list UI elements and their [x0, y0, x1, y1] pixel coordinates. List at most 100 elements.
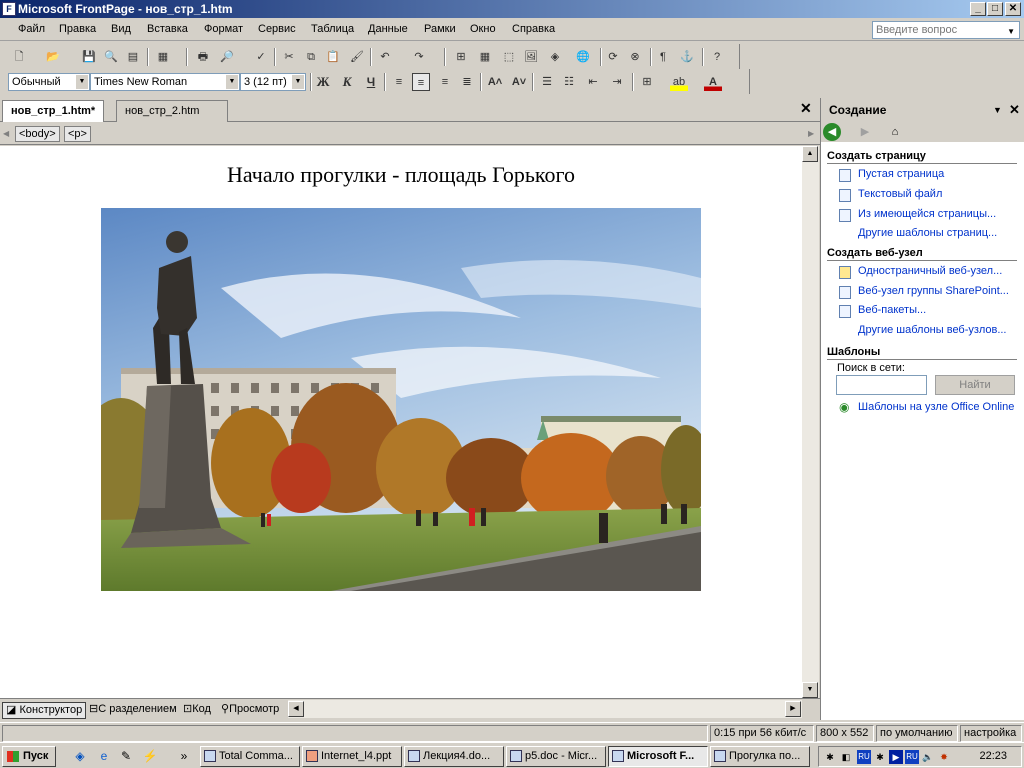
- font-color-icon[interactable]: A: [704, 73, 722, 91]
- bug-icon[interactable]: ✱: [823, 750, 837, 764]
- network-icon[interactable]: ◧: [839, 750, 853, 764]
- menu-view[interactable]: Вид: [111, 23, 131, 35]
- chevron-down-icon[interactable]: ▼: [1007, 24, 1015, 40]
- forward-icon[interactable]: ▶: [853, 123, 877, 141]
- home-icon[interactable]: ⌂: [883, 123, 907, 141]
- minimize-button[interactable]: _: [970, 2, 986, 16]
- stop-icon[interactable]: ⊗: [626, 48, 644, 66]
- highlight-icon[interactable]: ab: [670, 73, 688, 91]
- view-split-button[interactable]: ⊟С разделением: [86, 702, 180, 719]
- chevron-left-icon[interactable]: ◀: [3, 129, 9, 138]
- font-size-select[interactable]: 3 (12 пт) ▼: [240, 73, 306, 91]
- desktop-icon[interactable]: ◈: [72, 748, 88, 764]
- design-canvas[interactable]: Начало прогулки - площадь Горького: [0, 146, 802, 698]
- menu-data[interactable]: Данные: [368, 23, 408, 35]
- tag-body[interactable]: <body>: [15, 126, 60, 142]
- insert-picture-icon[interactable]: 🖼: [522, 48, 540, 66]
- template-search-input[interactable]: [836, 375, 927, 395]
- start-button[interactable]: Пуск: [2, 746, 56, 767]
- save-icon[interactable]: 💾: [80, 48, 98, 66]
- align-right-icon[interactable]: ≡: [436, 73, 454, 91]
- page-heading[interactable]: Начало прогулки - площадь Горького: [0, 162, 802, 188]
- menu-frames[interactable]: Рамки: [424, 23, 456, 35]
- align-left-icon[interactable]: ≡: [390, 73, 408, 91]
- link-blank-page[interactable]: Пустая страница: [858, 168, 944, 180]
- media-player-icon[interactable]: ▶: [889, 750, 903, 764]
- menu-edit[interactable]: Правка: [59, 23, 96, 35]
- menu-format[interactable]: Формат: [204, 23, 243, 35]
- maximize-button[interactable]: □: [987, 2, 1003, 16]
- close-icon[interactable]: ✕: [1009, 98, 1020, 122]
- preview-icon[interactable]: 🔎: [218, 48, 236, 66]
- underline-button[interactable]: Ч: [362, 73, 380, 91]
- spelling-icon[interactable]: ✓: [252, 48, 270, 66]
- chevron-right-icon[interactable]: ▶: [808, 129, 814, 138]
- link-one-page-site[interactable]: Одностраничный веб-узел...: [858, 265, 1002, 277]
- task-frontpage[interactable]: Microsoft F...: [608, 746, 708, 767]
- scroll-up-icon[interactable]: ▲: [802, 146, 818, 162]
- link-sharepoint-site[interactable]: Веб-узел группы SharePoint...: [858, 285, 1009, 297]
- quick-launch-icon[interactable]: ⚡: [142, 748, 158, 764]
- decrease-font-icon[interactable]: A˅: [510, 73, 528, 91]
- menu-window[interactable]: Окно: [470, 23, 496, 35]
- undo-icon[interactable]: ↶: [376, 48, 394, 66]
- chevron-down-icon[interactable]: ▼: [226, 75, 238, 89]
- cut-icon[interactable]: ✂: [280, 48, 298, 66]
- vertical-scrollbar[interactable]: ▲ ▼: [802, 146, 819, 698]
- task-word-lecture[interactable]: Лекция4.do...: [404, 746, 504, 767]
- link-text-file[interactable]: Текстовый файл: [858, 188, 942, 200]
- menu-file[interactable]: Файл: [18, 23, 45, 35]
- drawing-icon[interactable]: ◈: [546, 48, 564, 66]
- menu-insert[interactable]: Вставка: [147, 23, 188, 35]
- numbered-list-icon[interactable]: ☰: [538, 73, 556, 91]
- copy-icon[interactable]: ⧉: [302, 48, 320, 66]
- photo-gorky-square[interactable]: [101, 208, 701, 591]
- paste-icon[interactable]: 📋: [324, 48, 342, 66]
- task-total-commander[interactable]: Total Comma...: [200, 746, 300, 767]
- style-select[interactable]: Обычный ▼: [8, 73, 90, 91]
- help-icon[interactable]: ?: [708, 48, 726, 66]
- volume-icon[interactable]: 🔈: [921, 750, 935, 764]
- link-from-existing[interactable]: Из имеющейся страницы...: [858, 208, 996, 220]
- close-button[interactable]: ✕: [1005, 2, 1021, 16]
- link-more-site-templates[interactable]: Другие шаблоны веб-узлов...: [858, 324, 1007, 336]
- tag-p[interactable]: <p>: [64, 126, 91, 142]
- web-component-icon[interactable]: ⊞: [452, 48, 470, 66]
- task-browser[interactable]: Прогулка по...: [710, 746, 810, 767]
- anchor-icon[interactable]: ⚓: [678, 48, 696, 66]
- decrease-indent-icon[interactable]: ⇤: [584, 73, 602, 91]
- scroll-left-icon[interactable]: ◀: [288, 701, 304, 717]
- scroll-down-icon[interactable]: ▼: [802, 682, 818, 698]
- bulleted-list-icon[interactable]: ☷: [560, 73, 578, 91]
- toggle-pane-icon[interactable]: ▦: [154, 48, 172, 66]
- paragraph-marks-icon[interactable]: ¶: [654, 48, 672, 66]
- ask-question-input[interactable]: Введите вопрос ▼: [872, 21, 1020, 39]
- borders-icon[interactable]: ⊞: [638, 73, 656, 91]
- hyperlink-icon[interactable]: 🌐: [574, 48, 592, 66]
- alert-icon[interactable]: ✸: [937, 750, 951, 764]
- publish-icon[interactable]: ▤: [124, 48, 142, 66]
- link-more-page-templates[interactable]: Другие шаблоны страниц...: [858, 227, 997, 239]
- language-indicator[interactable]: RU: [857, 750, 871, 764]
- task-powerpoint[interactable]: Internet_l4.ppt: [302, 746, 402, 767]
- bold-button[interactable]: Ж: [314, 73, 332, 91]
- keyboard-layout-indicator[interactable]: RU: [905, 750, 919, 764]
- tab-page-1[interactable]: нов_стр_1.htm*: [2, 100, 105, 122]
- menu-help[interactable]: Справка: [512, 23, 555, 35]
- view-design-button[interactable]: ◪ Конструктор: [2, 702, 87, 719]
- antivirus-icon[interactable]: ✱: [873, 750, 887, 764]
- insert-table-icon[interactable]: ▦: [476, 48, 494, 66]
- redo-icon[interactable]: ↷: [410, 48, 428, 66]
- close-document-icon[interactable]: ✕: [800, 100, 812, 117]
- search-icon[interactable]: 🔍: [102, 48, 120, 66]
- task-word-p5[interactable]: p5.doc - Micr...: [506, 746, 606, 767]
- view-code-button[interactable]: ⊡Код: [180, 702, 214, 719]
- page-size[interactable]: 800 x 552: [816, 725, 874, 742]
- chevron-right-icon[interactable]: »: [176, 748, 192, 764]
- view-preview-button[interactable]: ⚲Просмотр: [218, 702, 282, 719]
- horizontal-scrollbar[interactable]: ◀ ▶: [288, 700, 802, 718]
- new-page-icon[interactable]: 🗋: [10, 48, 28, 66]
- frontpage-icon[interactable]: F: [2, 2, 16, 16]
- menu-tools[interactable]: Сервис: [258, 23, 296, 35]
- justify-icon[interactable]: ≣: [458, 73, 476, 91]
